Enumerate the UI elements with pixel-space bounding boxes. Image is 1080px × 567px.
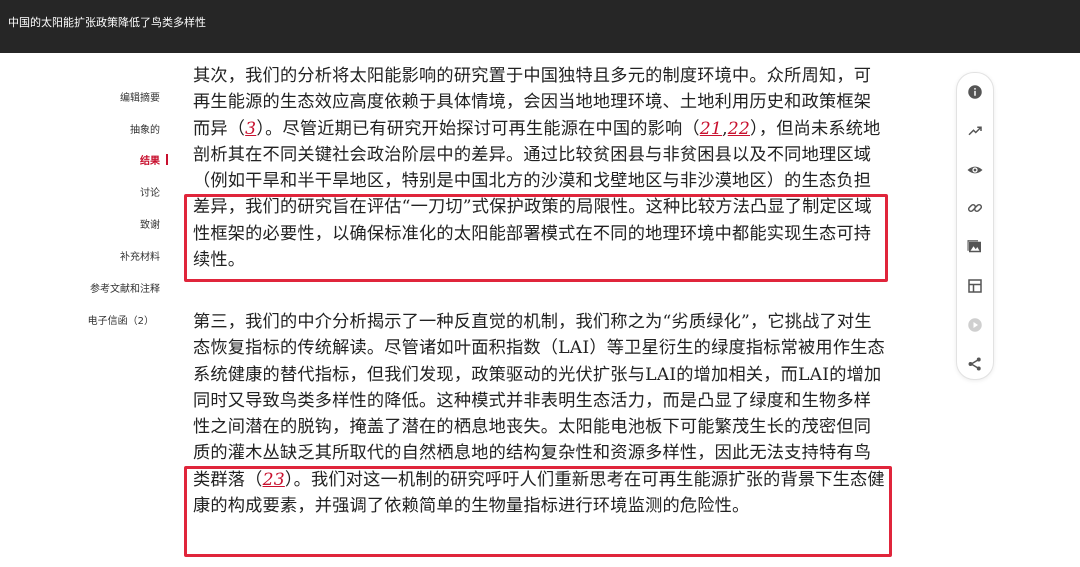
eye-icon[interactable] <box>964 159 986 181</box>
table-icon[interactable] <box>964 275 986 297</box>
toc-item-references[interactable]: 参考文献和注释 <box>90 280 160 295</box>
page-title: 中国的太阳能扩张政策降低了鸟类多样性 <box>8 16 206 29</box>
toc-item-eletters[interactable]: 电子信函（2） <box>88 312 154 327</box>
share-icon[interactable] <box>964 353 986 375</box>
toc-item-results[interactable]: 结果 <box>140 152 168 167</box>
link-icon[interactable] <box>964 197 986 219</box>
highlight-box <box>184 194 888 282</box>
image-icon[interactable] <box>964 236 986 258</box>
highlight-box <box>184 466 892 557</box>
citation-link[interactable]: 22 <box>728 119 750 139</box>
paragraph-text: ）。尽管近期已有研究开始探讨可再生能源在中国的影响（ <box>256 118 700 139</box>
trending-up-icon[interactable] <box>964 120 986 142</box>
paragraph-text: 第三，我们的中介分析揭示了一种反直觉的机制，我们称之为“劣质绿化”，它挑战了对生… <box>193 312 885 490</box>
top-bar: 中国的太阳能扩张政策降低了鸟类多样性 <box>0 0 1080 53</box>
toc-item-discussion[interactable]: 讨论 <box>140 184 160 199</box>
toc-item-supplementary[interactable]: 补充材料 <box>120 248 160 263</box>
play-icon[interactable] <box>964 314 986 336</box>
toc-item-abstract[interactable]: 抽象的 <box>130 121 160 136</box>
toc-item-acknowledgments[interactable]: 致谢 <box>140 216 160 231</box>
action-rail <box>956 72 994 380</box>
citation-link[interactable]: 21 <box>700 119 722 139</box>
info-icon[interactable] <box>964 81 986 103</box>
toc-item-editor-abstract[interactable]: 编辑摘要 <box>120 89 160 104</box>
citation-link[interactable]: 3 <box>245 119 256 139</box>
